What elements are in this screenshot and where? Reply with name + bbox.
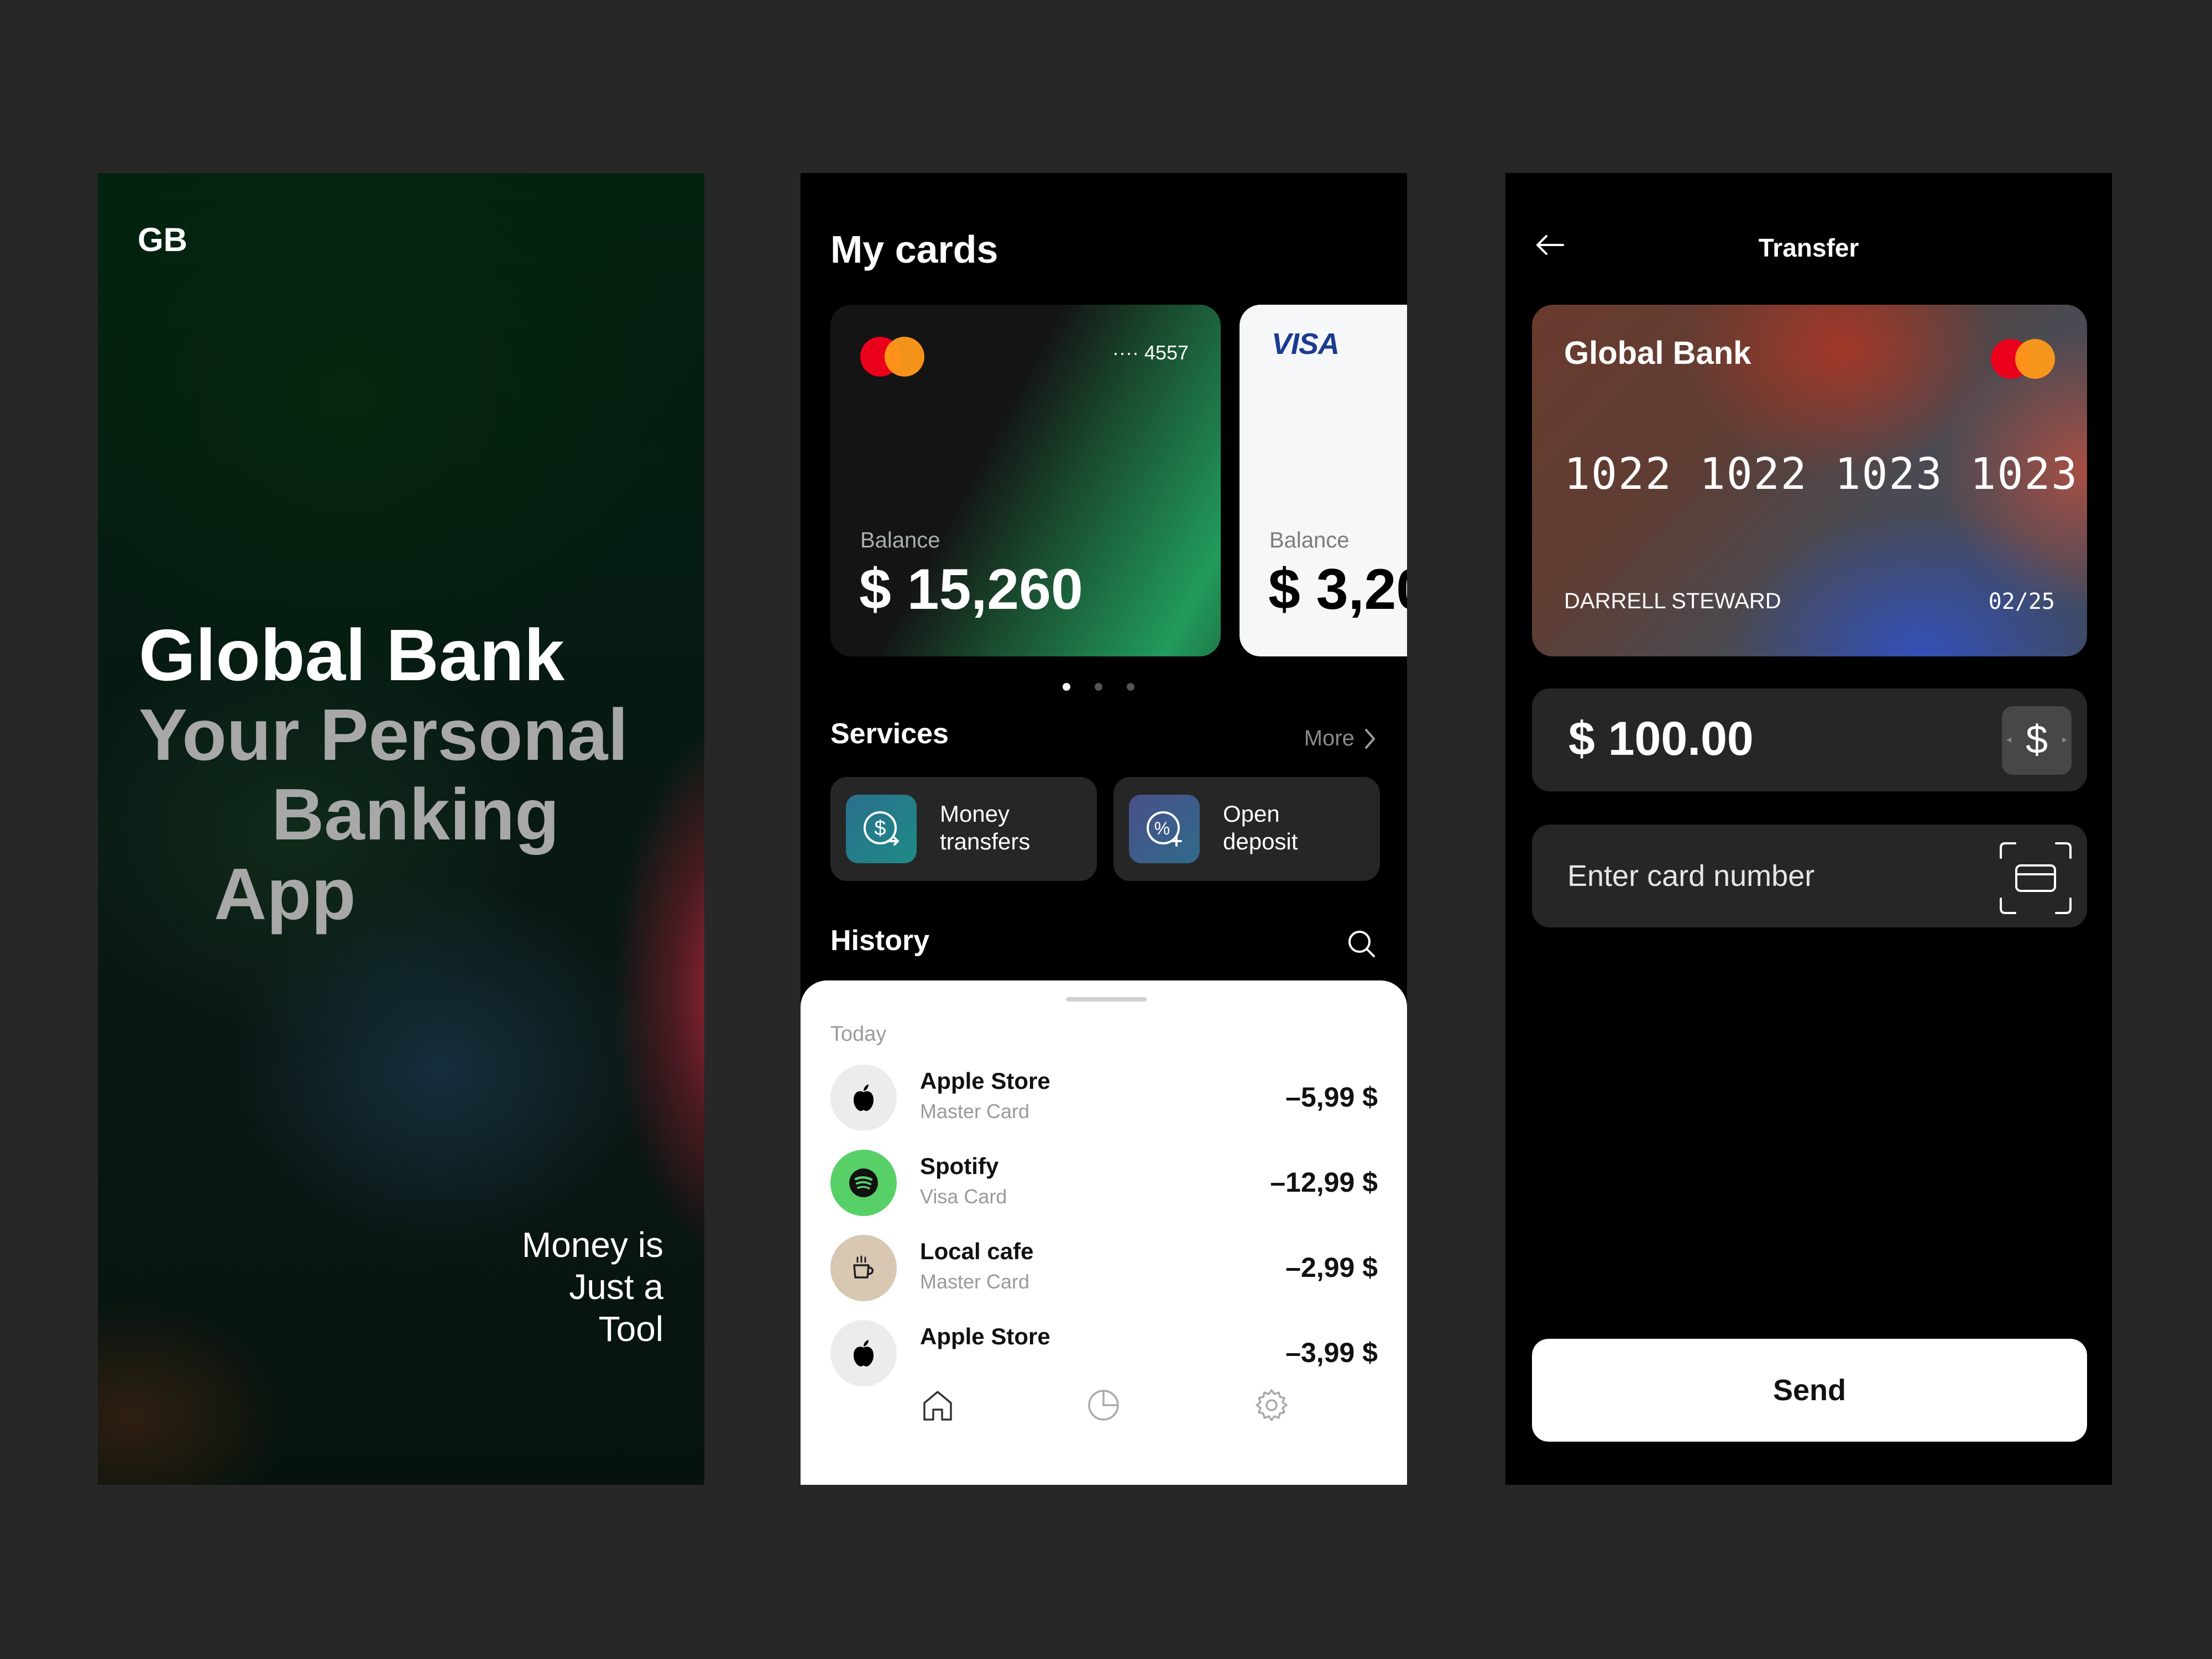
search-icon[interactable]	[1346, 928, 1377, 959]
service-label-line2: transfers	[940, 828, 1031, 854]
card-mastercard[interactable]: ···· 4557 Balance $ 15,260	[830, 305, 1221, 656]
pie-chart-icon	[1088, 1390, 1119, 1421]
transaction-row[interactable]: Local cafe Master Card –2,99 $	[830, 1235, 1378, 1301]
history-sheet[interactable]: Today Apple Store Master Card –5,99 $ Sp…	[801, 980, 1407, 1485]
page-title: Transfer	[1758, 233, 1859, 262]
mastercard-logo-icon	[1991, 339, 2055, 379]
card-number: 1022 1022 1023 1023	[1564, 450, 2079, 499]
selected-card[interactable]: Global Bank 1022 1022 1023 1023 DARRELL …	[1532, 305, 2087, 656]
transaction-amount: –3,99 $	[1285, 1337, 1378, 1368]
pagination-dot[interactable]	[1095, 683, 1102, 691]
payment-card: Master Card	[920, 1270, 1030, 1293]
transaction-list[interactable]: Today Apple Store Master Card –5,99 $ Sp…	[801, 980, 1407, 1394]
card-pagination[interactable]	[1063, 683, 1159, 693]
transaction-amount: –5,99 $	[1285, 1082, 1378, 1113]
settings-icon	[1256, 1389, 1288, 1421]
transaction-amount: –2,99 $	[1285, 1252, 1378, 1283]
tagline: Money is Just a Tool	[522, 1224, 663, 1350]
money-transfers-button[interactable]: $ Money transfers	[830, 777, 1097, 881]
my-cards-screen: My cards ···· 4557 Balance $ 15,260 VISA…	[801, 173, 1407, 1485]
card-holder: DARRELL STEWARD	[1564, 589, 1781, 613]
amount-field[interactable]: $ 100.00 ◂ $ ▸	[1532, 688, 2087, 791]
balance-label: Balance	[1269, 528, 1350, 552]
hero-subtitle: Your Personal Banking App	[139, 695, 692, 934]
balance-value: $ 3,20	[1268, 557, 1407, 622]
card-number-field[interactable]: Enter card number	[1532, 825, 2087, 927]
tagline-line3: Tool	[598, 1309, 663, 1349]
tagline-line2: Just a	[569, 1267, 663, 1307]
more-label: More	[1304, 726, 1355, 750]
payment-card: Master Card	[920, 1100, 1030, 1123]
transfer-screen: Transfer Global Bank 1022 1022 1023 1023…	[1505, 173, 2112, 1485]
mastercard-logo-icon	[860, 337, 924, 377]
card-number-placeholder[interactable]: Enter card number	[1567, 859, 1814, 893]
merchant-name: Local cafe	[920, 1238, 1034, 1264]
nav-settings[interactable]	[1249, 1383, 1294, 1427]
services-title: Services	[830, 718, 949, 750]
app-logo: GB	[138, 221, 187, 258]
service-label-line2: deposit	[1223, 828, 1298, 854]
svg-text:%: %	[1154, 818, 1170, 838]
hero-subtitle-line3: App	[214, 853, 356, 935]
card-bank-name: Global Bank	[1564, 335, 1751, 371]
service-label: Open deposit	[1223, 800, 1298, 855]
hero-heading: Global Bank Your Personal Banking App	[139, 615, 692, 934]
service-label-line1: Money	[940, 801, 1010, 827]
page-title: My cards	[830, 228, 998, 271]
nav-home[interactable]	[916, 1383, 960, 1427]
coffee-icon	[830, 1235, 897, 1301]
open-deposit-button[interactable]: % Open deposit	[1113, 777, 1380, 881]
apple-icon	[830, 1065, 897, 1131]
spotify-icon	[830, 1150, 897, 1216]
dollar-transfer-icon: $	[846, 795, 917, 863]
transaction-row[interactable]: Apple Store –3,99 $	[830, 1320, 1378, 1386]
send-button[interactable]: Send	[1532, 1339, 2087, 1442]
payment-card: Visa Card	[920, 1185, 1007, 1208]
balance-label: Balance	[860, 528, 940, 552]
merchant-name: Apple Store	[920, 1068, 1050, 1094]
merchant-name: Apple Store	[920, 1323, 1050, 1349]
nav-analytics[interactable]	[1081, 1383, 1126, 1427]
card-scan-icon[interactable]	[1999, 841, 2073, 915]
transaction-row[interactable]: Apple Store Master Card –5,99 $	[830, 1065, 1378, 1131]
svg-text:$: $	[874, 817, 886, 840]
amount-value[interactable]: $ 100.00	[1568, 712, 1754, 766]
hero-title: Global Bank	[139, 614, 565, 696]
percent-deposit-icon: %	[1129, 795, 1200, 863]
visa-logo: VISA	[1272, 327, 1340, 361]
merchant-name: Spotify	[920, 1153, 999, 1179]
service-label: Money transfers	[940, 800, 1030, 855]
card-number-tail: ···· 4557	[1112, 341, 1189, 364]
chevron-right-icon: ▸	[2062, 734, 2067, 745]
hero-subtitle-line1: Your Personal	[139, 694, 629, 775]
service-label-line1: Open	[1223, 801, 1280, 827]
apple-icon	[830, 1320, 897, 1386]
more-link[interactable]: More	[1304, 726, 1377, 751]
transaction-amount: –12,99 $	[1270, 1167, 1378, 1198]
home-icon	[923, 1391, 952, 1421]
card-expiry: 02/25	[1988, 589, 2055, 614]
chevron-right-icon	[1365, 729, 1375, 749]
date-group-label: Today	[830, 1022, 887, 1046]
pagination-dot[interactable]	[1063, 683, 1070, 691]
currency-selector[interactable]: ◂ $ ▸	[2002, 706, 2072, 775]
pagination-dot[interactable]	[1127, 683, 1134, 691]
balance-value: $ 15,260	[859, 557, 1083, 622]
history-title: History	[830, 925, 930, 957]
transaction-row[interactable]: Spotify Visa Card –12,99 $	[830, 1150, 1378, 1216]
tagline-line1: Money is	[521, 1225, 663, 1265]
hero-subtitle-line2: Banking	[271, 774, 559, 855]
card-visa[interactable]: VISA Balance $ 3,20	[1240, 305, 1407, 656]
splash-screen: GB Global Bank Your Personal Banking App…	[98, 173, 704, 1485]
currency-symbol: $	[2025, 718, 2048, 762]
